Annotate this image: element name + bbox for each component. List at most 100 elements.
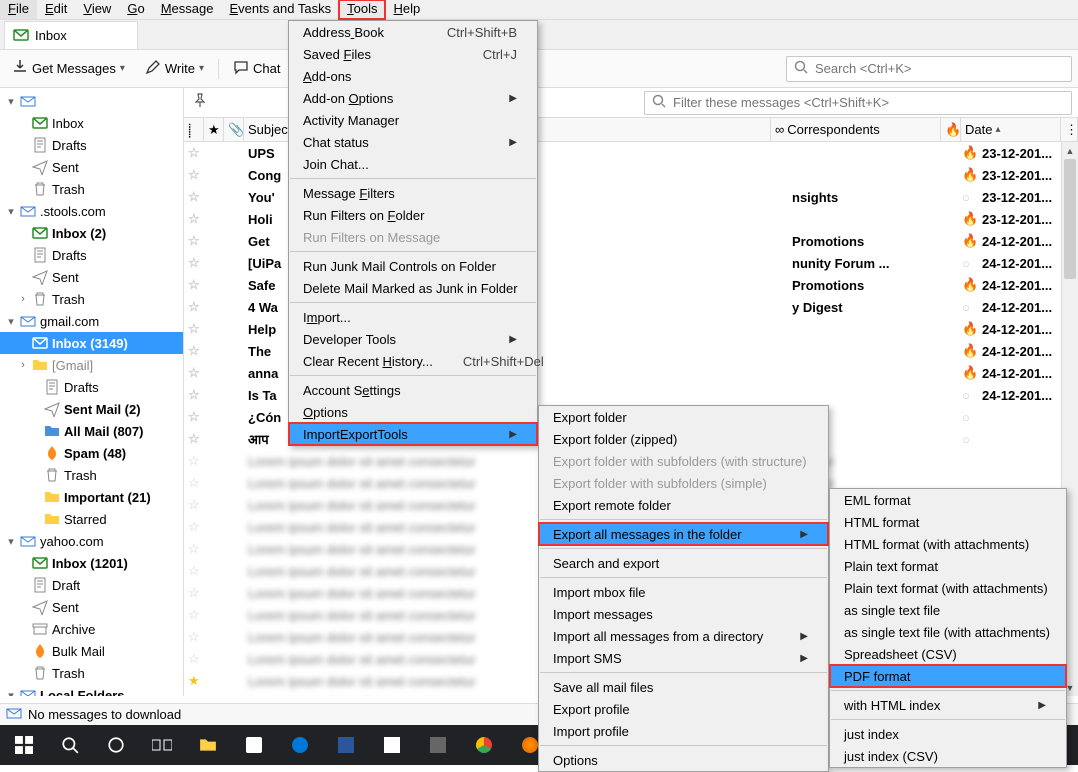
- global-search[interactable]: [786, 56, 1072, 82]
- col-correspondents[interactable]: ∞Correspondents: [771, 118, 941, 141]
- menu-item-import[interactable]: Import...: [289, 306, 537, 328]
- menu-item-pdf-format[interactable]: PDF format: [830, 665, 1066, 687]
- menu-message[interactable]: Message: [153, 0, 222, 19]
- menu-item-add-on-options[interactable]: Add-on Options▶: [289, 87, 537, 109]
- col-star[interactable]: ★: [204, 118, 224, 141]
- folder-spam-48-[interactable]: Spam (48): [0, 442, 183, 464]
- tab-inbox[interactable]: Inbox: [4, 21, 138, 49]
- menu-item-chat-status[interactable]: Chat status▶: [289, 131, 537, 153]
- file-explorer-icon[interactable]: [186, 725, 230, 765]
- importexport-submenu[interactable]: Export folderExport folder (zipped) Expor…: [538, 405, 829, 772]
- word-icon[interactable]: [324, 725, 368, 765]
- menu-item-spreadsheet-csv[interactable]: Spreadsheet (CSV): [830, 643, 1066, 665]
- menu-item-save-all-mail-files[interactable]: Save all mail files: [539, 676, 828, 698]
- folder-inbox-2-[interactable]: Inbox (2): [0, 222, 183, 244]
- menu-item-activity-manager[interactable]: Activity Manager: [289, 109, 537, 131]
- folder-trash[interactable]: ›Trash: [0, 288, 183, 310]
- menu-item-address-book[interactable]: Address BookCtrl+Shift+B: [289, 21, 537, 43]
- pin-icon[interactable]: [190, 93, 210, 112]
- folder-inbox-1201-[interactable]: Inbox (1201): [0, 552, 183, 574]
- folder-sent[interactable]: Sent: [0, 266, 183, 288]
- menu-item-options[interactable]: Options: [539, 749, 828, 771]
- folder-archive[interactable]: Archive: [0, 618, 183, 640]
- folder-sent[interactable]: Sent: [0, 156, 183, 178]
- scroll-thumb[interactable]: [1064, 159, 1076, 279]
- menu-go[interactable]: Go: [119, 0, 152, 19]
- menu-item-eml-format[interactable]: EML format: [830, 489, 1066, 511]
- menu-item-run-filters-on-folder[interactable]: Run Filters on Folder: [289, 204, 537, 226]
- folder-sent[interactable]: Sent: [0, 596, 183, 618]
- account-header[interactable]: ▾yahoo.com: [0, 530, 183, 552]
- menu-item-just-index[interactable]: just index: [830, 723, 1066, 745]
- account-header[interactable]: ▾.stools.com: [0, 200, 183, 222]
- folder-starred[interactable]: Starred: [0, 508, 183, 530]
- menu-tools[interactable]: Tools: [339, 0, 385, 19]
- menu-help[interactable]: Help: [385, 0, 428, 19]
- menu-file[interactable]: File: [0, 0, 37, 19]
- folder-bulk-mail[interactable]: Bulk Mail: [0, 640, 183, 662]
- menu-item-export-remote-folder[interactable]: Export remote folder: [539, 494, 828, 516]
- menu-item-import-sms[interactable]: Import SMS▶: [539, 647, 828, 669]
- edge-icon[interactable]: [278, 725, 322, 765]
- menu-item-with-html-index[interactable]: with HTML index▶: [830, 694, 1066, 716]
- menu-item-saved-files[interactable]: Saved FilesCtrl+J: [289, 43, 537, 65]
- menu-item-export-profile[interactable]: Export profile: [539, 698, 828, 720]
- menu-item-options[interactable]: Options: [289, 401, 537, 423]
- menu-item-export-all-messages-in-the-folder[interactable]: Export all messages in the folder▶: [539, 523, 828, 545]
- tools-menu[interactable]: Address BookCtrl+Shift+BSaved FilesCtrl+…: [288, 20, 538, 446]
- menu-item-add-ons[interactable]: Add-ons: [289, 65, 537, 87]
- chat-button[interactable]: Chat: [227, 55, 286, 82]
- col-picker[interactable]: ⋮: [1061, 118, 1078, 141]
- menu-item-import-profile[interactable]: Import profile: [539, 720, 828, 742]
- menu-item-export-folder-zipped[interactable]: Export folder (zipped): [539, 428, 828, 450]
- folder-sent-mail-2-[interactable]: Sent Mail (2): [0, 398, 183, 420]
- menu-item-run-junk-mail-controls-on-folder[interactable]: Run Junk Mail Controls on Folder: [289, 255, 537, 277]
- menu-events-and-tasks[interactable]: Events and Tasks: [221, 0, 339, 19]
- app-icon-2[interactable]: [416, 725, 460, 765]
- start-button[interactable]: [2, 725, 46, 765]
- menu-item-html-format-with-attachments[interactable]: HTML format (with attachments): [830, 533, 1066, 555]
- account-header[interactable]: ▾gmail.com: [0, 310, 183, 332]
- menu-item-html-format[interactable]: HTML format: [830, 511, 1066, 533]
- export-all-format-submenu[interactable]: EML formatHTML formatHTML format (with a…: [829, 488, 1067, 768]
- filter-search[interactable]: [644, 91, 1072, 115]
- folder-trash[interactable]: Trash: [0, 662, 183, 684]
- menu-item-as-single-text-file[interactable]: as single text file: [830, 599, 1066, 621]
- menu-item-importexporttools[interactable]: ImportExportTools▶: [289, 423, 537, 445]
- folder-trash[interactable]: Trash: [0, 464, 183, 486]
- menu-edit[interactable]: Edit: [37, 0, 75, 19]
- folder-drafts[interactable]: Drafts: [0, 376, 183, 398]
- menu-item-clear-recent-history[interactable]: Clear Recent History...Ctrl+Shift+Del: [289, 350, 537, 372]
- menu-item-just-index-csv[interactable]: just index (CSV): [830, 745, 1066, 767]
- menu-item-developer-tools[interactable]: Developer Tools▶: [289, 328, 537, 350]
- col-date[interactable]: Date ▴: [961, 118, 1061, 141]
- menu-item-message-filters[interactable]: Message Filters: [289, 182, 537, 204]
- col-thread[interactable]: ⸽: [184, 118, 204, 141]
- filter-search-input[interactable]: [673, 95, 1065, 110]
- menu-item-account-settings[interactable]: Account Settings: [289, 379, 537, 401]
- app-icon[interactable]: [232, 725, 276, 765]
- get-messages-button[interactable]: Get Messages ▾: [6, 55, 131, 82]
- menu-item-plain-text-format[interactable]: Plain text format: [830, 555, 1066, 577]
- write-button[interactable]: Write ▾: [139, 55, 210, 82]
- cortana-button[interactable]: [94, 725, 138, 765]
- folder--gmail-[interactable]: ›[Gmail]: [0, 354, 183, 376]
- menu-item-import-all-messages-from-a-directory[interactable]: Import all messages from a directory▶: [539, 625, 828, 647]
- folder-inbox-3149-[interactable]: Inbox (3149): [0, 332, 183, 354]
- chrome-icon[interactable]: [462, 725, 506, 765]
- search-button[interactable]: [48, 725, 92, 765]
- folder-inbox[interactable]: Inbox: [0, 112, 183, 134]
- menu-item-search-and-export[interactable]: Search and export: [539, 552, 828, 574]
- menu-item-export-folder[interactable]: Export folder: [539, 406, 828, 428]
- folder-important-21-[interactable]: Important (21): [0, 486, 183, 508]
- menu-item-as-single-text-file-with-attachments[interactable]: as single text file (with attachments): [830, 621, 1066, 643]
- account-header[interactable]: ▾Local Folders: [0, 684, 183, 696]
- folder-trash[interactable]: Trash: [0, 178, 183, 200]
- col-hot[interactable]: 🔥: [941, 118, 961, 141]
- global-search-input[interactable]: [815, 61, 1065, 76]
- store-icon[interactable]: [370, 725, 414, 765]
- taskview-button[interactable]: [140, 725, 184, 765]
- folder-drafts[interactable]: Drafts: [0, 134, 183, 156]
- menu-item-plain-text-format-with-attachments[interactable]: Plain text format (with attachments): [830, 577, 1066, 599]
- folder-drafts[interactable]: Drafts: [0, 244, 183, 266]
